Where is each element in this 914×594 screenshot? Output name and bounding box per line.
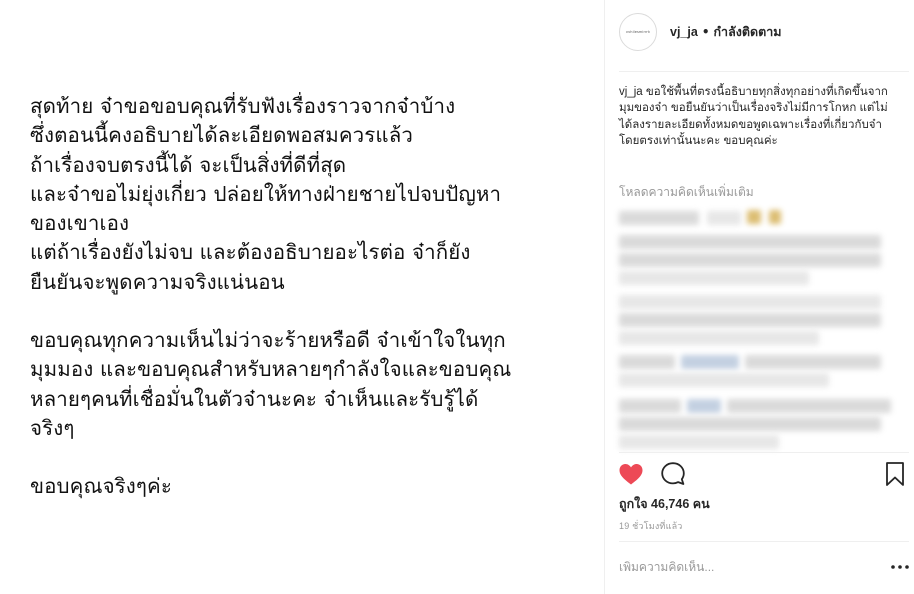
load-more-comments-link[interactable]: โหลดความคิดเห็นเพิ่มเติม [619,183,754,202]
blurred-comment-line [619,211,699,225]
post-paragraph-2: ขอบคุณทุกความเห็นไม่ว่าจะร้ายหรือดี จ๋าเ… [30,328,512,440]
blurred-comment-line [707,211,741,225]
blurred-comments [619,205,891,449]
blurred-comment-line [687,399,721,413]
post-image: สุดท้าย จ๋าขอขอบคุณที่รับฟังเรื่องราวจาก… [0,0,604,594]
comment-input[interactable] [619,560,885,574]
more-icon [891,565,909,569]
like-button[interactable] [617,460,645,488]
post-paragraph-1: สุดท้าย จ๋าขอขอบคุณที่รับฟังเรื่องราวจาก… [30,94,502,294]
post-viewer: สุดท้าย จ๋าขอขอบคุณที่รับฟังเรื่องราวจาก… [0,0,914,594]
comment-button[interactable] [659,460,687,488]
likes-count[interactable]: ถูกใจ 46,746 คน [619,494,710,514]
blurred-comment-line [745,355,881,369]
bookmark-icon [886,462,904,486]
post-header: vvhilesmirrrk vj_ja • กำลังติดตาม [619,12,781,52]
post-paragraph-3: ขอบคุณจริงๆค่ะ [30,474,172,499]
post-sidebar: vvhilesmirrrk vj_ja • กำลังติดตาม vj_ja … [604,0,914,594]
blurred-comment-line [619,271,809,285]
blurred-comment-line [619,399,681,413]
more-options-button[interactable] [885,557,909,577]
blurred-comment-line [619,417,881,431]
blurred-comment-line [769,210,781,224]
header-separator: • [701,25,710,39]
divider [619,71,909,72]
avatar[interactable]: vvhilesmirrrk [619,13,657,51]
divider [619,541,909,542]
post-actions [617,458,907,488]
blurred-comment-line [619,253,881,267]
blurred-comment-line [619,313,881,327]
save-button[interactable] [881,460,909,488]
blurred-comment-line [619,355,675,369]
avatar-text: vvhilesmirrrk [625,30,651,34]
blurred-comment-line [619,331,819,345]
caption-username[interactable]: vj_ja [619,86,643,98]
blurred-comment-line [619,435,779,449]
header-username[interactable]: vj_ja [670,25,698,39]
post-timestamp[interactable]: 19 ชั่วโมงที่แล้ว [619,519,683,533]
blurred-comment-line [619,373,829,387]
post-text: สุดท้าย จ๋าขอขอบคุณที่รับฟังเรื่องราวจาก… [30,92,604,502]
follow-button[interactable]: กำลังติดตาม [713,22,781,42]
divider [619,452,909,453]
heart-icon [619,464,643,485]
blurred-comment-line [747,210,761,224]
caption-text: ขอใช้พื้นที่ตรงนี้อธิบายทุกสิ่งทุกอย่างท… [619,86,888,148]
blurred-comment-line [727,399,891,413]
blurred-comment-line [681,355,739,369]
blurred-comment-line [619,235,881,249]
comment-form [619,555,909,579]
caption: vj_ja ขอใช้พื้นที่ตรงนี้อธิบายทุกสิ่งทุก… [619,84,899,150]
comment-icon [661,462,685,485]
blurred-comment-line [619,295,881,309]
